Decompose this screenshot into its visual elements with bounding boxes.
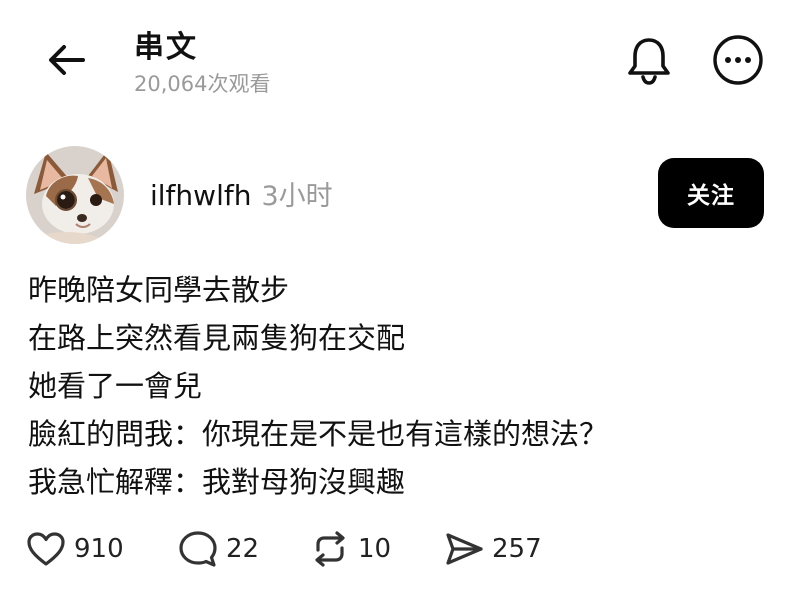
follow-button[interactable]: 关注 [658, 158, 764, 228]
chihuahua-dog-avatar [26, 146, 124, 244]
heart-icon [27, 532, 65, 566]
arrow-left-icon [49, 45, 85, 75]
page-title: 串文 [134, 30, 198, 65]
repost-button[interactable]: 10 [310, 524, 391, 574]
comment-icon [179, 531, 217, 567]
back-button[interactable] [42, 38, 92, 82]
repost-icon [315, 531, 345, 567]
post-line: 她看了一會兒 [28, 369, 203, 403]
avatar[interactable] [26, 146, 124, 244]
more-horizontal-icon [713, 35, 763, 85]
post-body: 昨晚陪女同學去散步 在路上突然看見兩隻狗在交配 她看了一會兒 臉紅的問我：你現在… [28, 266, 788, 506]
like-button[interactable]: 910 [26, 524, 124, 574]
comment-button[interactable]: 22 [178, 524, 259, 574]
author-line: ilfhwlfh 3小时 [150, 174, 333, 213]
more-options-button[interactable] [712, 34, 764, 86]
notification-button[interactable] [624, 34, 674, 86]
comment-count: 22 [226, 534, 260, 564]
send-icon [446, 533, 483, 565]
bell-icon [628, 38, 670, 85]
post-line: 昨晚陪女同學去散步 [28, 273, 290, 307]
author-username[interactable]: ilfhwlfh [150, 179, 251, 212]
post-line: 在路上突然看見兩隻狗在交配 [28, 321, 406, 355]
post-timestamp: 3小时 [261, 181, 333, 212]
repost-count: 10 [358, 534, 392, 564]
view-count: 20,064次观看 [134, 72, 271, 96]
share-count: 257 [492, 534, 542, 564]
post-line: 我急忙解釋：我對母狗沒興趣 [28, 465, 406, 499]
share-button[interactable]: 257 [444, 524, 542, 574]
post-line: 臉紅的問我：你現在是不是也有這樣的想法？ [28, 417, 609, 451]
like-count: 910 [74, 534, 124, 564]
